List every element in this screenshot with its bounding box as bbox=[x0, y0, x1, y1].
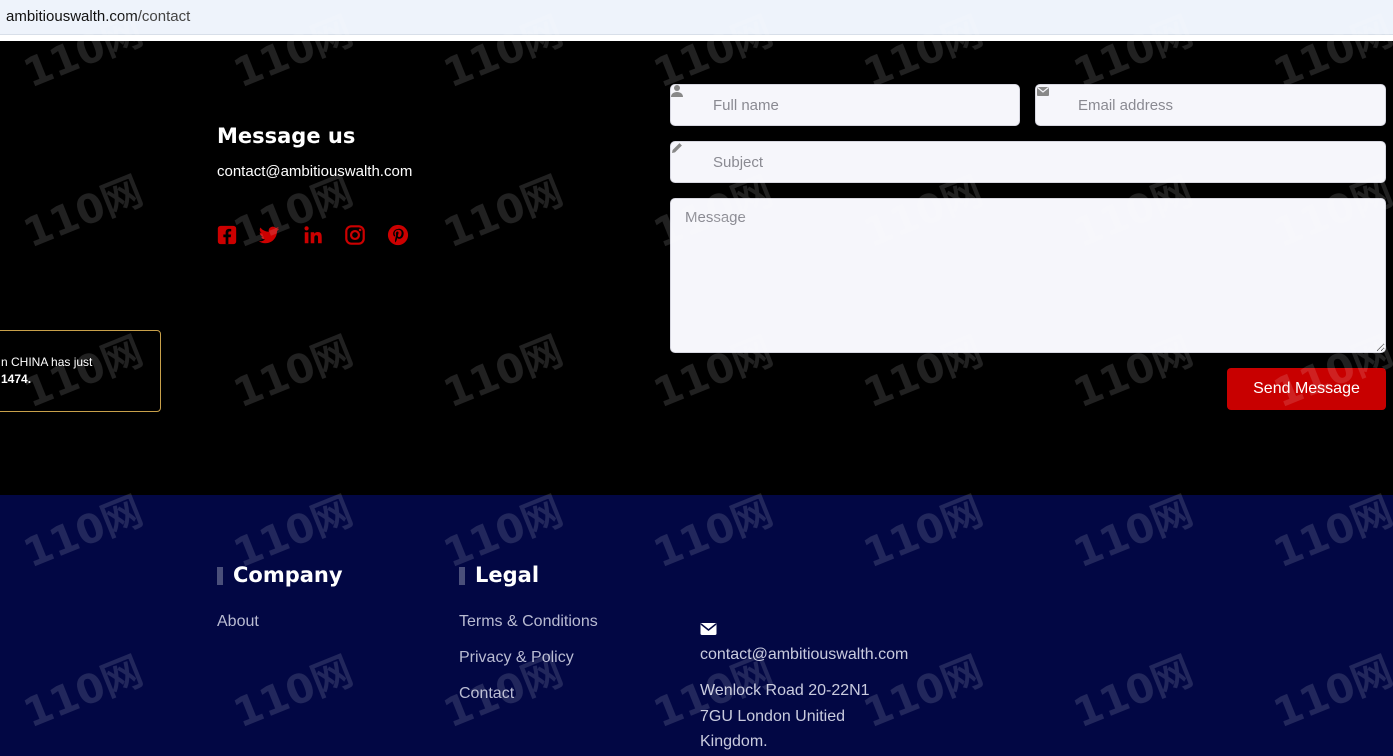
site-footer: Company About Legal Terms & Conditions P… bbox=[0, 495, 1393, 756]
footer-link-about[interactable]: About bbox=[217, 613, 259, 631]
subject-input[interactable] bbox=[670, 141, 1386, 183]
browser-address-bar[interactable]: ambitiouswalth.com/contact bbox=[0, 0, 1393, 35]
full-name-input[interactable] bbox=[670, 84, 1020, 126]
contact-email-text: contact@ambitiouswalth.com bbox=[217, 163, 413, 180]
message-us-heading: Message us bbox=[217, 124, 356, 148]
footer-link-privacy[interactable]: Privacy & Policy bbox=[459, 649, 574, 667]
company-heading: Company bbox=[217, 563, 343, 587]
footer-address-line-2: 7GU London Unitied bbox=[700, 708, 845, 725]
url-host: ambitiouswalth.com bbox=[6, 8, 138, 25]
url-path: /contact bbox=[137, 8, 191, 25]
facebook-icon[interactable] bbox=[216, 224, 238, 246]
message-textarea[interactable] bbox=[670, 198, 1386, 353]
footer-link-terms[interactable]: Terms & Conditions bbox=[459, 613, 598, 631]
footer-address-line-1: Wenlock Road 20-22N1 bbox=[700, 682, 870, 699]
popup-line-2: 1474. bbox=[1, 372, 32, 386]
legal-heading: Legal bbox=[459, 563, 539, 587]
footer-link-contact[interactable]: Contact bbox=[459, 685, 514, 703]
email-address-input[interactable] bbox=[1035, 84, 1386, 126]
contact-section: Message us contact@ambitiouswalth.com n … bbox=[0, 41, 1393, 495]
url-text[interactable]: ambitiouswalth.com/contact bbox=[6, 8, 190, 25]
notification-popup[interactable]: n CHINA has just 1474. bbox=[0, 330, 161, 412]
linkedin-icon[interactable] bbox=[302, 224, 324, 246]
mail-icon bbox=[700, 622, 717, 636]
footer-contact-email[interactable]: contact@ambitiouswalth.com bbox=[700, 646, 908, 664]
instagram-icon[interactable] bbox=[344, 224, 366, 246]
pinterest-icon[interactable] bbox=[387, 224, 409, 246]
popup-line-1: n CHINA has just bbox=[1, 355, 93, 369]
send-message-button[interactable]: Send Message bbox=[1227, 368, 1386, 410]
footer-address-line-3: Kingdom. bbox=[700, 733, 768, 750]
twitter-icon[interactable] bbox=[258, 224, 280, 246]
